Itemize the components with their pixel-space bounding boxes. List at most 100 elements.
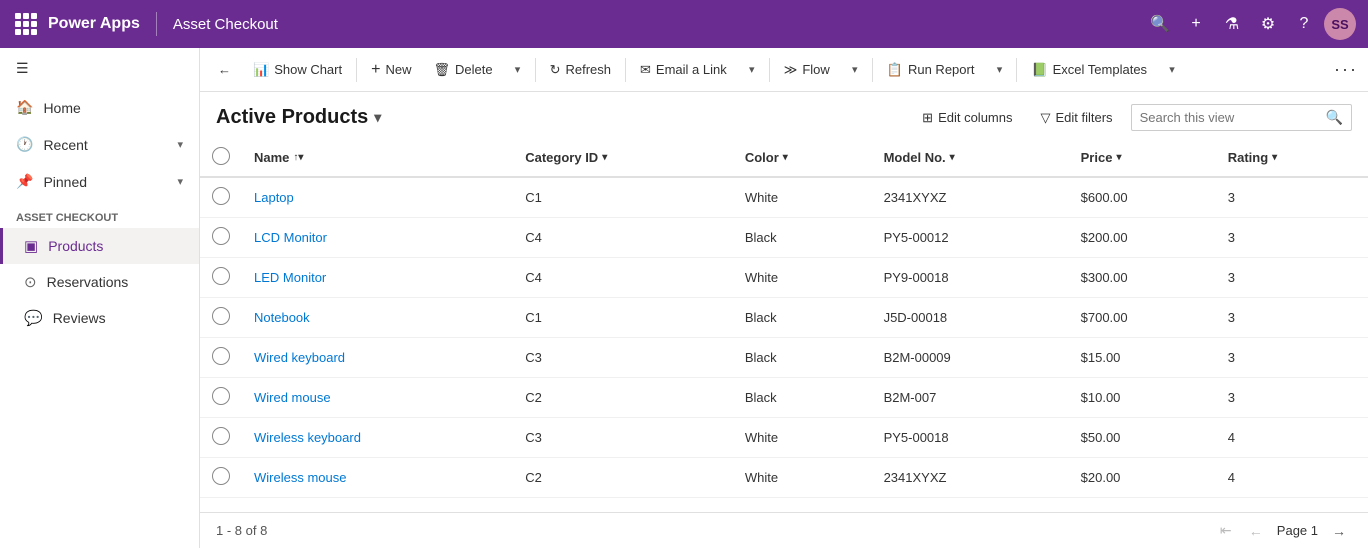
email-link-button[interactable]: ✉ Email a Link — [630, 56, 737, 84]
user-avatar[interactable]: SS — [1324, 8, 1356, 40]
cell-rating-6: 4 — [1216, 418, 1368, 458]
table-container: Name ↑▾ Category ID ▾ Co — [200, 139, 1368, 512]
rating-sort-icon: ▾ — [1272, 152, 1277, 163]
col-header-color[interactable]: Color ▾ — [733, 139, 872, 177]
col-header-category[interactable]: Category ID ▾ — [513, 139, 733, 177]
cell-name-7: Wireless mouse — [242, 458, 513, 498]
run-report-button[interactable]: 📋 Run Report — [877, 56, 985, 84]
cell-color-0: White — [733, 177, 872, 218]
row-checkbox-1[interactable] — [200, 218, 242, 258]
sidebar-collapse-btn[interactable]: ☰ — [0, 48, 199, 89]
add-icon-btn[interactable]: + — [1180, 8, 1212, 40]
table-row: LCD Monitor C4 Black PY5-00012 $200.00 3 — [200, 218, 1368, 258]
refresh-icon: ↻ — [550, 62, 561, 78]
reservations-icon: ⊙ — [24, 273, 37, 291]
cell-category-5: C2 — [513, 378, 733, 418]
report-dropdown[interactable]: ▾ — [986, 54, 1012, 86]
recent-label: Recent — [43, 137, 87, 153]
row-checkbox-3[interactable] — [200, 298, 242, 338]
checkbox-icon — [212, 427, 230, 445]
product-link-7[interactable]: Wireless mouse — [254, 470, 346, 485]
excel-dropdown[interactable]: ▾ — [1159, 54, 1185, 86]
back-button[interactable]: ← — [208, 56, 241, 83]
new-button[interactable]: + New — [361, 55, 421, 85]
product-link-6[interactable]: Wireless keyboard — [254, 430, 361, 445]
content-area: ← 📊 Show Chart + New 🗑 Delete ▾ ↻ Refres… — [200, 48, 1368, 548]
settings-icon-btn[interactable]: ⚙ — [1252, 8, 1284, 40]
report-icon: 📋 — [887, 62, 903, 78]
cell-color-1: Black — [733, 218, 872, 258]
reviews-label: Reviews — [53, 310, 106, 326]
list-title: Active Products ▾ — [216, 106, 381, 129]
filter-icon-btn[interactable]: ⚗ — [1216, 8, 1248, 40]
row-checkbox-6[interactable] — [200, 418, 242, 458]
col-header-name[interactable]: Name ↑▾ — [242, 139, 513, 177]
waffle-menu[interactable] — [12, 10, 40, 38]
col-header-model[interactable]: Model No. ▾ — [872, 139, 1069, 177]
col-header-price[interactable]: Price ▾ — [1069, 139, 1216, 177]
cell-name-1: LCD Monitor — [242, 218, 513, 258]
pagination: ⇤ ← Page 1 → — [1213, 518, 1352, 544]
sidebar-section-label: Asset Checkout — [0, 200, 199, 228]
product-link-5[interactable]: Wired mouse — [254, 390, 331, 405]
flow-button[interactable]: ≫ Flow — [774, 56, 840, 84]
checkbox-icon — [212, 227, 230, 245]
cell-color-3: Black — [733, 298, 872, 338]
product-link-4[interactable]: Wired keyboard — [254, 350, 345, 365]
cell-rating-0: 3 — [1216, 177, 1368, 218]
row-checkbox-2[interactable] — [200, 258, 242, 298]
sidebar-item-products[interactable]: ▣ Products — [0, 228, 199, 264]
delete-dropdown[interactable]: ▾ — [505, 54, 531, 86]
page-title: Asset Checkout — [173, 16, 278, 33]
row-checkbox-0[interactable] — [200, 177, 242, 218]
list-footer: 1 - 8 of 8 ⇤ ← Page 1 → — [200, 512, 1368, 548]
sidebar-item-home[interactable]: 🏠 Home — [0, 89, 199, 126]
row-checkbox-5[interactable] — [200, 378, 242, 418]
edit-filters-button[interactable]: ▽ Edit filters — [1030, 105, 1122, 131]
cell-rating-5: 3 — [1216, 378, 1368, 418]
price-col-label: Price — [1081, 150, 1113, 165]
excel-templates-button[interactable]: 📗 Excel Templates — [1021, 56, 1157, 84]
prev-page-button[interactable]: ← — [1243, 518, 1269, 544]
sidebar-item-recent[interactable]: 🕐 Recent ▾ — [0, 126, 199, 163]
more-options-button[interactable]: ··· — [1332, 56, 1360, 84]
cmd-divider-3 — [625, 58, 626, 82]
pinned-icon: 📌 — [16, 173, 33, 190]
cell-price-1: $200.00 — [1069, 218, 1216, 258]
row-checkbox-7[interactable] — [200, 458, 242, 498]
category-sort-icon: ▾ — [602, 152, 607, 163]
sidebar-item-reservations[interactable]: ⊙ Reservations — [0, 264, 199, 300]
cell-model-4: B2M-00009 — [872, 338, 1069, 378]
refresh-button[interactable]: ↻ Refresh — [540, 56, 621, 84]
search-input[interactable] — [1140, 110, 1320, 125]
delete-icon: 🗑 — [433, 62, 450, 78]
search-icon-btn[interactable]: 🔍 — [1144, 8, 1176, 40]
first-page-button[interactable]: ⇤ — [1213, 518, 1239, 544]
edit-columns-button[interactable]: ⊞ Edit columns — [912, 105, 1022, 131]
delete-button[interactable]: 🗑 Delete — [423, 56, 502, 84]
col-header-rating[interactable]: Rating ▾ — [1216, 139, 1368, 177]
checkbox-icon — [212, 347, 230, 365]
cell-color-4: Black — [733, 338, 872, 378]
product-link-3[interactable]: Notebook — [254, 310, 310, 325]
flow-dropdown[interactable]: ▾ — [842, 54, 868, 86]
sidebar: ☰ 🏠 Home 🕐 Recent ▾ 📌 Pinned ▾ Asset Che… — [0, 48, 200, 548]
product-link-0[interactable]: Laptop — [254, 190, 294, 205]
list-title-dropdown[interactable]: ▾ — [374, 109, 381, 126]
next-page-button[interactable]: → — [1326, 518, 1352, 544]
excel-icon: 📗 — [1031, 62, 1047, 78]
cmd-divider-5 — [872, 58, 873, 82]
pinned-label: Pinned — [43, 174, 87, 190]
show-chart-button[interactable]: 📊 Show Chart — [243, 56, 352, 84]
cell-price-7: $20.00 — [1069, 458, 1216, 498]
cell-model-1: PY5-00012 — [872, 218, 1069, 258]
sidebar-item-reviews[interactable]: 💬 Reviews — [0, 300, 199, 336]
product-link-1[interactable]: LCD Monitor — [254, 230, 327, 245]
help-icon-btn[interactable]: ? — [1288, 8, 1320, 40]
email-dropdown[interactable]: ▾ — [739, 54, 765, 86]
row-checkbox-4[interactable] — [200, 338, 242, 378]
sidebar-item-pinned[interactable]: 📌 Pinned ▾ — [0, 163, 199, 200]
cmd-divider-2 — [535, 58, 536, 82]
product-link-2[interactable]: LED Monitor — [254, 270, 326, 285]
select-all-checkbox-header[interactable] — [200, 139, 242, 177]
